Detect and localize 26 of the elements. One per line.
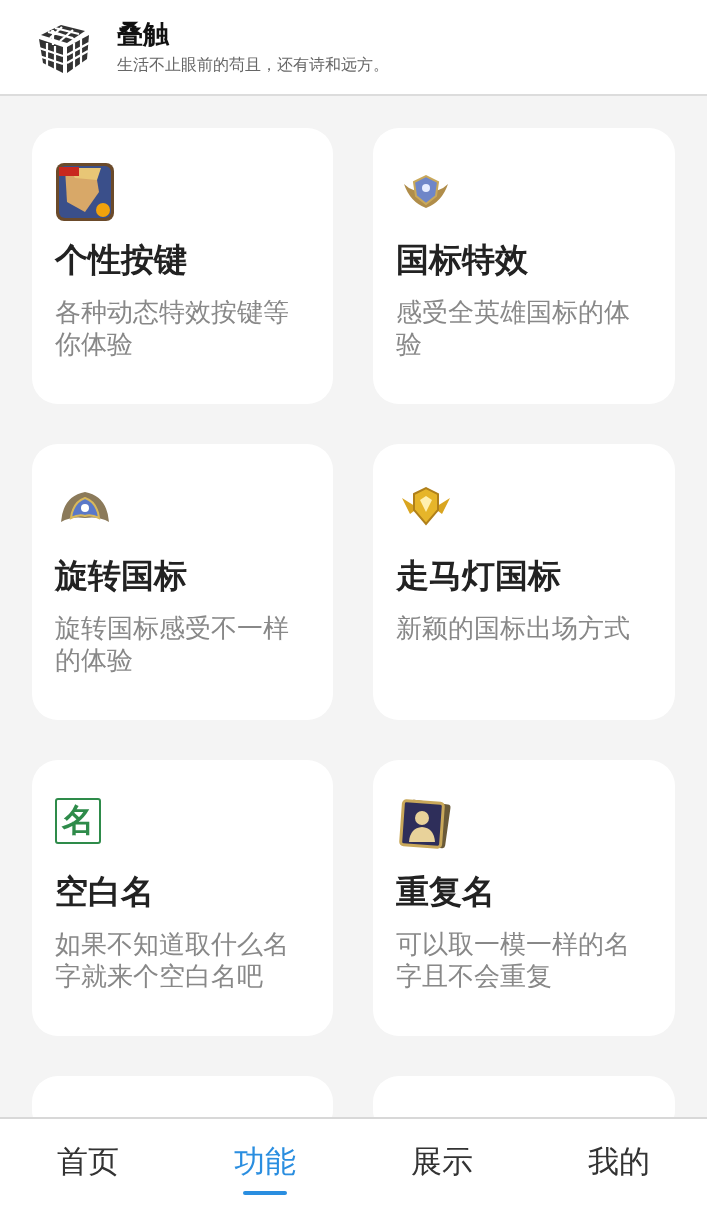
card-description: 感受全英雄国标的体验 — [396, 296, 631, 360]
feature-card[interactable]: 旋转国标 旋转国标感受不一样的体验 — [32, 444, 333, 720]
app-slogan: 生活不止眼前的苟且，还有诗和远方。 — [117, 55, 389, 75]
feature-card[interactable]: 重复名 可以取一模一样的名字且不会重复 — [373, 760, 675, 1036]
feature-card[interactable]: 走马灯国标 新颖的国标出场方式 — [373, 444, 675, 720]
feature-card[interactable]: 名 空白名 如果不知道取什么名字就来个空白名吧 — [32, 760, 333, 1036]
game-app-icon — [55, 162, 115, 222]
card-description: 各种动态特效按键等你体验 — [55, 296, 290, 360]
card-title: 个性按键 — [55, 240, 188, 280]
card-description: 如果不知道取什么名字就来个空白名吧 — [55, 928, 290, 992]
app-title: 叠触 — [117, 19, 171, 49]
card-title: 国标特效 — [396, 240, 529, 280]
card-title: 旋转国标 — [55, 556, 188, 596]
feature-card[interactable]: 国标特效 感受全英雄国标的体验 — [373, 128, 675, 404]
active-tab-indicator — [243, 1191, 288, 1195]
feature-card[interactable]: 个性按键 各种动态特效按键等你体验 — [32, 128, 333, 404]
card-description: 旋转国标感受不一样的体验 — [55, 612, 290, 676]
card-title: 走马灯国标 — [396, 556, 562, 596]
card-title: 重复名 — [396, 872, 496, 912]
card-description: 可以取一模一样的名字且不会重复 — [396, 928, 631, 992]
card-title: 空白名 — [55, 872, 155, 912]
card-description: 新颖的国标出场方式 — [396, 612, 631, 644]
nav-tab[interactable]: 展示 — [410, 1141, 473, 1181]
nav-tab[interactable]: 我的 — [587, 1141, 650, 1181]
name-tile-icon: 名 — [55, 798, 101, 844]
nav-tab[interactable]: 首页 — [57, 1141, 120, 1181]
